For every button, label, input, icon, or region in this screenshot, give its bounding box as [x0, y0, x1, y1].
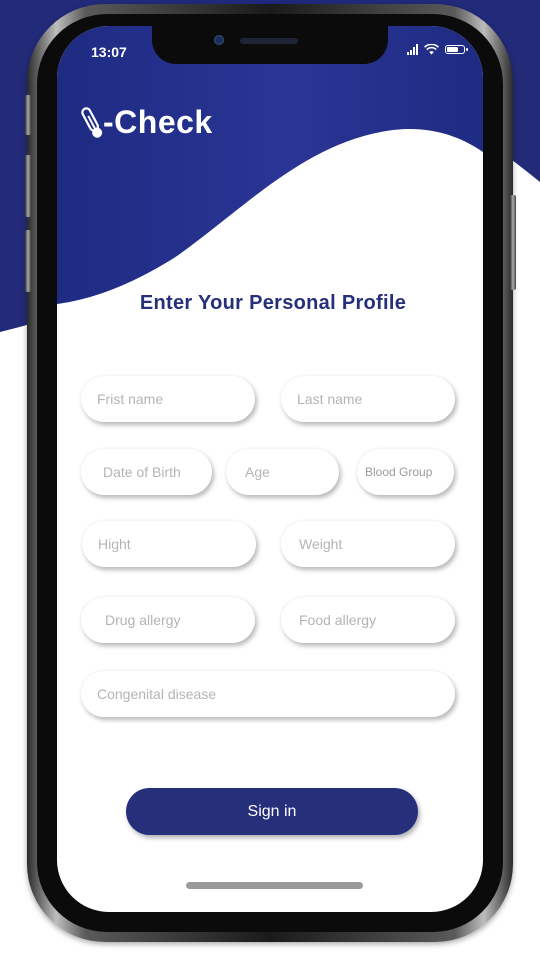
mute-switch	[25, 95, 31, 135]
age-input[interactable]	[226, 449, 339, 495]
status-time: 13:07	[91, 44, 127, 60]
congenital-disease-field[interactable]	[81, 671, 455, 717]
notch	[152, 26, 388, 64]
height-input[interactable]	[82, 521, 256, 567]
logo-text: -Check	[103, 104, 213, 140]
drug-allergy-field[interactable]	[81, 597, 255, 643]
sign-in-button[interactable]: Sign in	[126, 788, 418, 835]
blood-group-input[interactable]	[357, 449, 454, 495]
last-name-field[interactable]	[281, 376, 455, 422]
volume-up-button	[25, 155, 31, 217]
thermometer-icon	[81, 106, 103, 138]
first-name-input[interactable]	[81, 376, 255, 422]
date-of-birth-input[interactable]	[81, 449, 212, 495]
battery-level	[447, 47, 459, 52]
home-indicator[interactable]	[186, 882, 363, 889]
status-icons	[407, 44, 468, 55]
earpiece-speaker	[240, 38, 298, 44]
weight-field[interactable]	[281, 521, 455, 567]
height-field[interactable]	[82, 521, 256, 567]
page-title: Enter Your Personal Profile	[139, 292, 407, 314]
drug-allergy-input[interactable]	[81, 597, 255, 643]
food-allergy-input[interactable]	[281, 597, 455, 643]
age-field[interactable]	[226, 449, 339, 495]
congenital-disease-input[interactable]	[81, 671, 455, 717]
blood-group-field[interactable]	[357, 449, 454, 495]
volume-down-button	[25, 230, 31, 292]
first-name-field[interactable]	[81, 376, 255, 422]
power-button	[510, 195, 516, 290]
battery-icon	[445, 45, 468, 54]
signal-icon	[407, 44, 418, 55]
app-screen: 13:07 -Check Enter Your Personal Profile	[57, 26, 483, 912]
wifi-icon	[424, 44, 439, 55]
last-name-input[interactable]	[281, 376, 455, 422]
food-allergy-field[interactable]	[281, 597, 455, 643]
date-of-birth-field[interactable]	[81, 449, 212, 495]
front-camera	[214, 35, 224, 45]
app-logo: -Check	[81, 104, 213, 141]
weight-input[interactable]	[281, 521, 455, 567]
